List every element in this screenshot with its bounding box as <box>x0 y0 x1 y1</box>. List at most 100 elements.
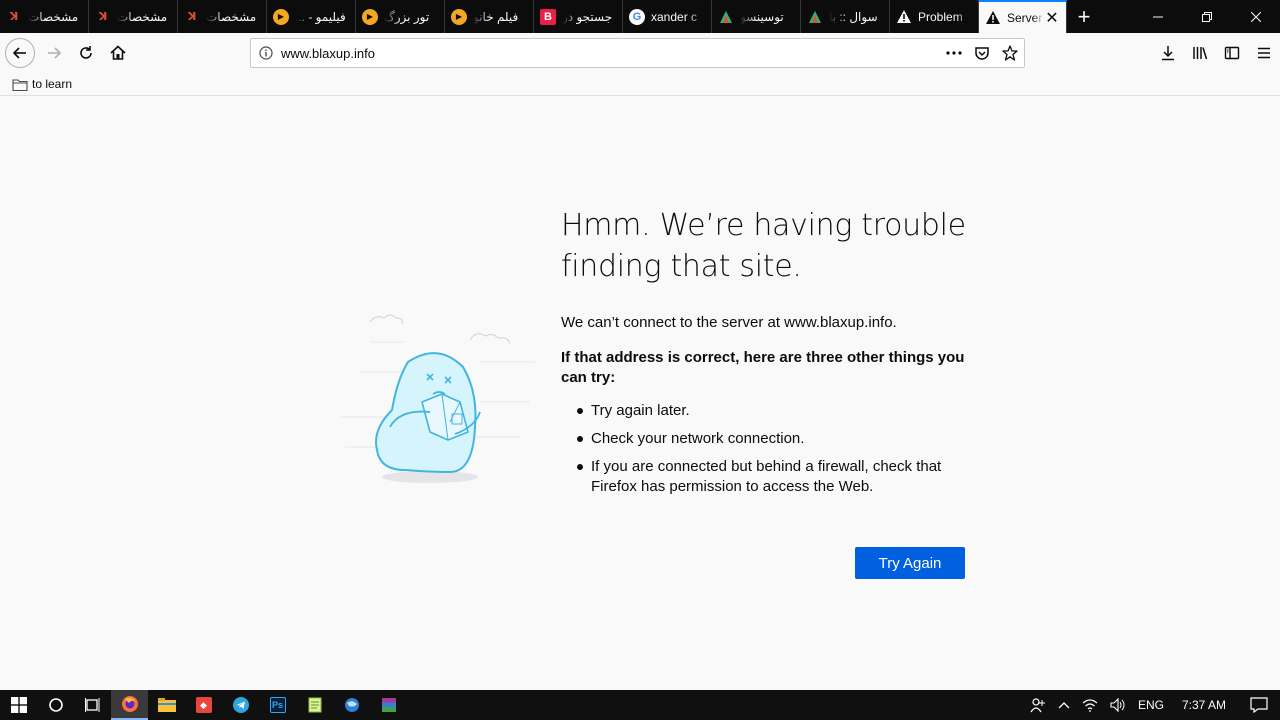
tab-strip: ꓘ مشخصات ꓘ مشخصات ꓘ مشخصات ▶ فیلیمو - ..… <box>0 0 1280 33</box>
try-again-button[interactable]: Try Again <box>855 547 965 579</box>
notepad-icon[interactable] <box>296 690 333 720</box>
back-button[interactable] <box>5 38 35 68</box>
task-view-icon[interactable] <box>74 690 111 720</box>
tosinso-icon <box>718 9 734 25</box>
file-explorer-icon[interactable] <box>148 690 185 720</box>
tab-label: xander c <box>651 9 698 24</box>
hamburger-menu-icon <box>1258 47 1270 59</box>
folder-icon <box>12 78 28 91</box>
k-logo-icon: ꓘ <box>98 11 108 23</box>
tab-10[interactable]: سوال :: با <box>801 0 890 33</box>
error-title: Hmm. We’re having trouble finding that s… <box>561 208 966 284</box>
minimize-icon[interactable] <box>1133 0 1182 33</box>
people-icon[interactable] <box>1024 697 1052 713</box>
winrar-icon[interactable] <box>370 690 407 720</box>
bookmark-star-icon[interactable] <box>996 45 1024 61</box>
browser-globe-icon[interactable] <box>333 690 370 720</box>
anydesk-icon[interactable]: ◆ <box>185 690 222 720</box>
url-input[interactable] <box>281 45 940 61</box>
list-item: Check your network connection. <box>577 429 971 449</box>
warning-icon <box>985 10 1001 26</box>
tab-4[interactable]: ▶ فیلیمو - ... <box>267 0 356 33</box>
cortana-search-icon[interactable] <box>37 690 74 720</box>
taskbar: ◆ Ps ENG 7:37 AM <box>0 690 1280 720</box>
telegram-icon[interactable] <box>222 690 259 720</box>
menu-button[interactable] <box>1248 37 1280 69</box>
tab-8[interactable]: G xander c <box>623 0 712 33</box>
suggestions-heading: If that address is correct, here are thr… <box>561 349 965 386</box>
firefox-taskbar-icon[interactable] <box>111 690 148 720</box>
tab-9[interactable]: توسینسو <box>712 0 801 33</box>
action-center-icon[interactable] <box>1238 697 1280 713</box>
tab-label: مشخصات <box>206 9 257 24</box>
windows-start-icon[interactable] <box>0 690 37 720</box>
library-icon <box>1193 47 1208 60</box>
k-logo-icon: ꓘ <box>9 11 19 23</box>
error-description: We can’t connect to the server at www.bl… <box>561 313 971 505</box>
close-window-icon[interactable] <box>1231 0 1280 33</box>
tab-label: تور بزرگ <box>384 9 430 24</box>
filimo-play-icon: ▶ <box>451 8 467 25</box>
tab-label: مشخصات <box>117 9 168 24</box>
library-button[interactable] <box>1184 37 1216 69</box>
clock[interactable]: 7:37 AM <box>1170 698 1238 712</box>
filimo-play-icon: ▶ <box>273 8 289 25</box>
restore-icon[interactable] <box>1182 0 1231 33</box>
tab-label: فیلم خانو <box>473 9 519 24</box>
back-arrow-icon <box>12 47 26 59</box>
tab-5[interactable]: ▶ تور بزرگ <box>356 0 445 33</box>
google-icon: G <box>629 8 645 25</box>
tab-1[interactable]: ꓘ مشخصات <box>0 0 89 33</box>
reload-icon <box>80 46 92 59</box>
download-icon <box>1162 46 1174 61</box>
k-logo-icon: ꓘ <box>187 11 197 23</box>
tab-7[interactable]: B جستجو در <box>534 0 623 33</box>
filimo-play-icon: ▶ <box>362 8 378 25</box>
navigation-toolbar <box>0 33 1280 73</box>
tab-label: فیلیمو - ... <box>295 9 346 24</box>
bookmark-folder-to-learn[interactable]: to learn <box>12 77 72 91</box>
tab-label: توسینسو <box>740 9 784 24</box>
error-message: We can’t connect to the server at www.bl… <box>561 314 897 331</box>
bookmarks-toolbar: to learn <box>0 73 1280 96</box>
bookmark-label: to learn <box>32 77 73 91</box>
new-tab-button[interactable]: + <box>1067 0 1101 33</box>
tosinso-icon <box>807 9 823 25</box>
page-actions-icon[interactable] <box>940 51 968 55</box>
error-page: Hmm. We’re having trouble finding that s… <box>0 97 1280 690</box>
suggestions-list: Try again later. Check your network conn… <box>561 401 971 497</box>
warning-icon <box>896 9 912 25</box>
tab-label: مشخصات <box>28 9 79 24</box>
reload-button[interactable] <box>70 37 102 69</box>
volume-icon[interactable] <box>1104 698 1132 712</box>
forward-arrow-icon <box>48 47 62 59</box>
tab-3[interactable]: ꓘ مشخصات <box>178 0 267 33</box>
url-bar[interactable] <box>250 38 1025 68</box>
tab-active[interactable]: Server ✕ <box>979 0 1067 33</box>
window-controls <box>1133 0 1280 33</box>
photoshop-icon[interactable]: Ps <box>259 690 296 720</box>
tab-11[interactable]: Problem <box>890 0 979 33</box>
tab-label: سوال :: با <box>829 9 878 24</box>
system-tray: ENG 7:37 AM <box>1024 690 1280 720</box>
sidebar-button[interactable] <box>1216 37 1248 69</box>
forward-button[interactable] <box>38 37 70 69</box>
home-button[interactable] <box>102 37 134 69</box>
pocket-icon[interactable] <box>968 45 996 61</box>
chevron-up-icon[interactable] <box>1052 701 1076 709</box>
tab-label: Server <box>1007 10 1043 25</box>
b-logo-icon: B <box>540 8 556 25</box>
site-info-icon[interactable] <box>251 46 281 60</box>
downloads-button[interactable] <box>1152 37 1184 69</box>
wifi-icon[interactable] <box>1076 698 1104 712</box>
error-illustration <box>340 314 535 483</box>
close-tab-icon[interactable]: ✕ <box>1044 8 1060 28</box>
tab-2[interactable]: ꓘ مشخصات <box>89 0 178 33</box>
tab-label: Problem <box>918 9 963 24</box>
home-icon <box>110 45 126 60</box>
tab-label: جستجو در <box>562 9 613 24</box>
list-item: Try again later. <box>577 401 971 421</box>
tab-6[interactable]: ▶ فیلم خانو <box>445 0 534 33</box>
list-item: If you are connected but behind a firewa… <box>577 457 971 497</box>
language-indicator[interactable]: ENG <box>1132 698 1170 712</box>
